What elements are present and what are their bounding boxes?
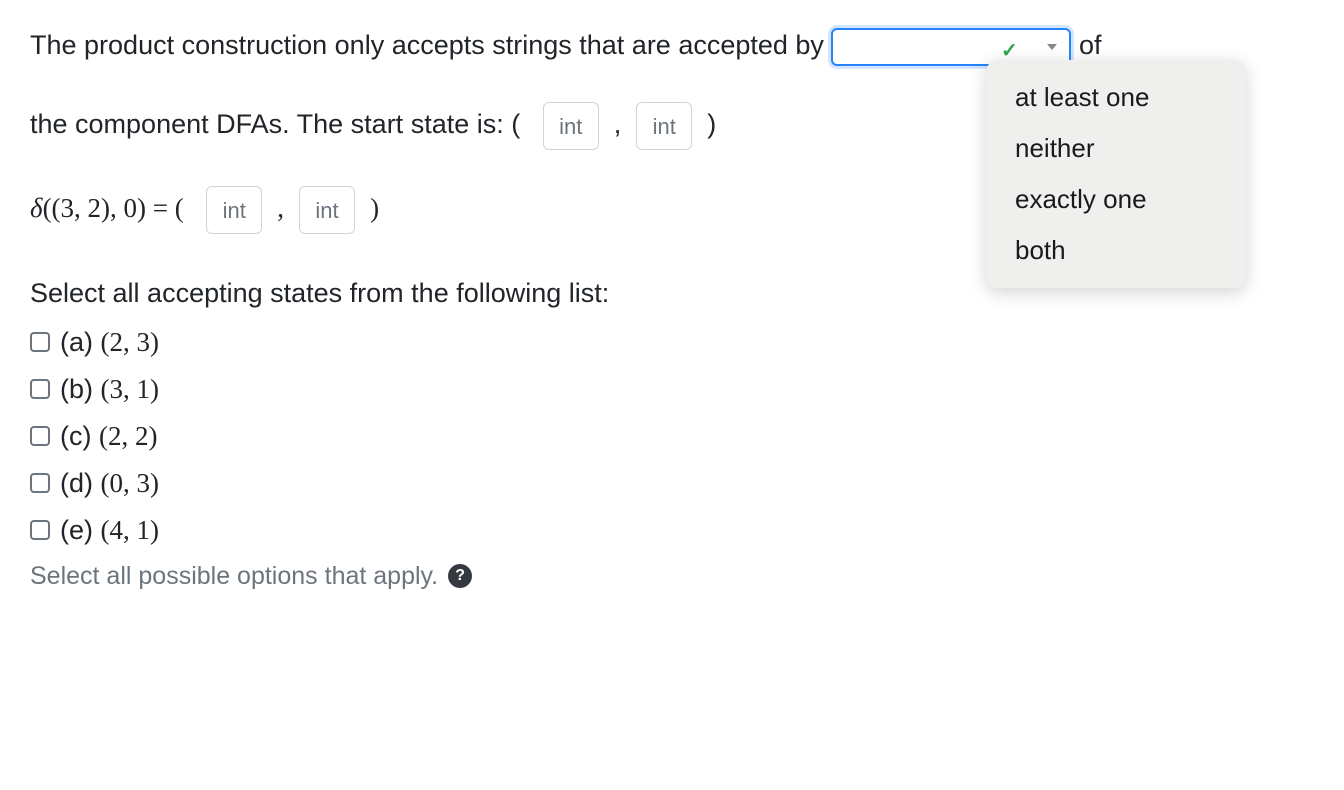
dropdown-option-exactly-one[interactable]: exactly one (987, 174, 1245, 225)
close-paren-2: ) (370, 193, 379, 223)
option-a-pair: (2, 3) (101, 327, 159, 357)
start-state-input-1[interactable]: int (543, 102, 599, 150)
checkbox-a[interactable] (30, 332, 50, 352)
comma-2: , (277, 193, 284, 223)
start-state-input-2[interactable]: int (636, 102, 692, 150)
option-b-row: (b) (3, 1) (30, 374, 1314, 405)
option-e-row: (e) (4, 1) (30, 515, 1314, 546)
checkbox-e[interactable] (30, 520, 50, 540)
option-b-pair: (3, 1) (101, 374, 159, 404)
delta-input-2[interactable]: int (299, 186, 355, 234)
checkbox-b[interactable] (30, 379, 50, 399)
option-c-row: (c) (2, 2) (30, 421, 1314, 452)
checkbox-d[interactable] (30, 473, 50, 493)
option-d-letter: (d) (60, 468, 93, 498)
option-d-row: (d) (0, 3) (30, 468, 1314, 499)
dropdown-option-both[interactable]: both (987, 225, 1245, 276)
option-b-letter: (b) (60, 374, 93, 404)
checkbox-c[interactable] (30, 426, 50, 446)
hint-row: Select all possible options that apply. … (30, 562, 1314, 591)
option-a-row: (a) (2, 3) (30, 327, 1314, 358)
question-text-part3: the component DFAs. The start state is: … (30, 109, 520, 139)
delta-symbol: δ (30, 193, 43, 223)
delta-args: ((3, 2), 0) = ( (43, 193, 184, 223)
option-e-label: (e) (4, 1) (60, 515, 159, 546)
option-a-letter: (a) (60, 327, 93, 357)
option-c-label: (c) (2, 2) (60, 421, 157, 452)
option-b-label: (b) (3, 1) (60, 374, 159, 405)
dropdown-option-at-least-one[interactable]: at least one (987, 72, 1245, 123)
option-a-label: (a) (2, 3) (60, 327, 159, 358)
hint-text: Select all possible options that apply. (30, 562, 438, 591)
help-icon[interactable]: ? (448, 564, 472, 588)
question-text-part1: The product construction only accepts st… (30, 30, 824, 60)
option-c-pair: (2, 2) (99, 421, 157, 451)
option-e-pair: (4, 1) (101, 515, 159, 545)
option-c-letter: (c) (60, 421, 91, 451)
option-d-label: (d) (0, 3) (60, 468, 159, 499)
dropdown-menu: at least one neither exactly one both (987, 60, 1245, 288)
delta-input-1[interactable]: int (206, 186, 262, 234)
dropdown-option-neither[interactable]: neither (987, 123, 1245, 174)
option-e-letter: (e) (60, 515, 93, 545)
close-paren-1: ) (707, 109, 716, 139)
comma-1: , (614, 109, 622, 139)
option-d-pair: (0, 3) (101, 468, 159, 498)
question-text-part2: of (1079, 30, 1102, 60)
